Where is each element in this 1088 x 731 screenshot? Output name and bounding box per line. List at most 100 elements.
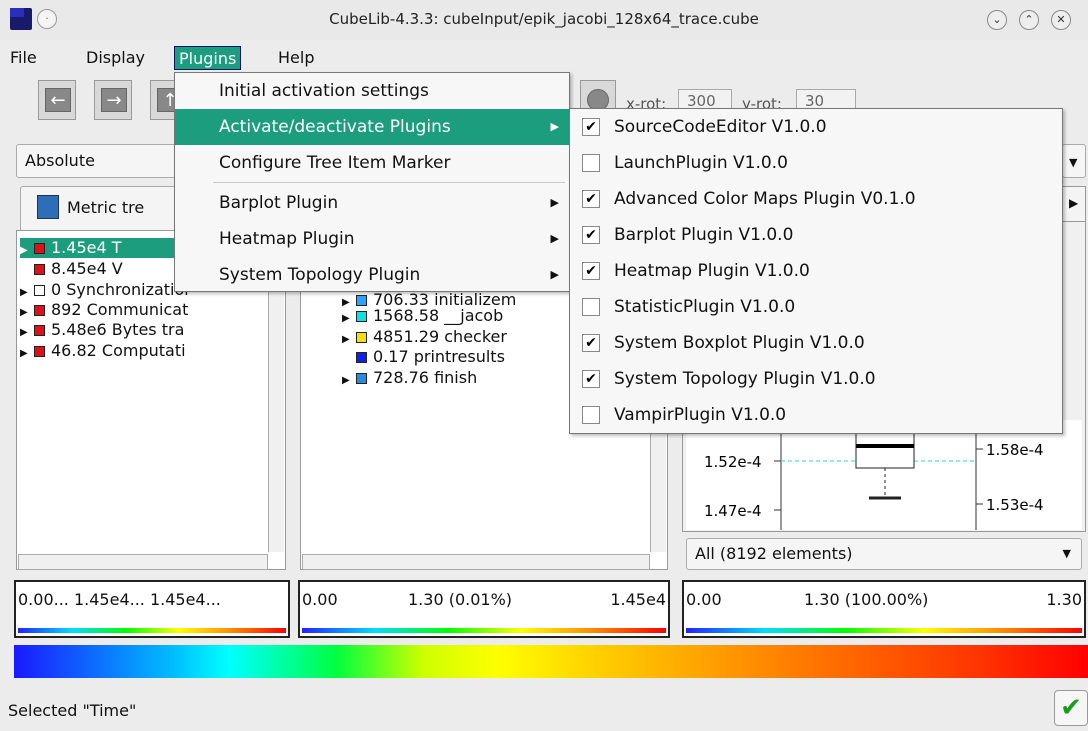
call-tree-label: 0.17 printresults [373,347,505,366]
plugin-label: VampirPlugin V1.0.0 [614,405,787,425]
call-tree-row[interactable]: ▶ 1568.58 __jacob [342,306,503,326]
call-tree-row[interactable]: ▶ 4851.29 checker [342,327,507,347]
plugin-toggle-item[interactable]: StatisticPlugin V1.0.0 [570,289,1062,325]
metric-tree-tab[interactable]: Metric tre [20,186,180,230]
checkbox[interactable] [582,298,600,316]
plugin-label: System Topology Plugin V1.0.0 [614,369,876,389]
checkmark-icon: ✔ [1060,693,1082,723]
close-button[interactable]: ✕ [1051,10,1071,30]
value-mode-select[interactable]: Absolute [16,144,186,178]
maximize-button[interactable]: ⌃ [1019,10,1039,30]
metric-tree-label: 892 Communicat [51,300,189,319]
plugin-label: Heatmap Plugin V1.0.0 [614,261,810,281]
checkbox[interactable]: ✔ [582,262,600,280]
checkbox[interactable]: ✔ [582,226,600,244]
boxplot-svg: 1.52e-4 1.47e-4 1.58e-4 1.53e-4 [704,419,1044,530]
boxplot-chart: 1.52e-4 1.47e-4 1.58e-4 1.53e-4 [686,419,1082,530]
plugin-toggle-item[interactable]: ✔ SourceCodeEditor V1.0.0 [570,109,1062,145]
menu-plugins[interactable]: Plugins [174,46,242,70]
system-scale: 0.00 1.30 (100.00%) 1.30 [682,580,1086,638]
metric-tree-label: 5.48e6 Bytes tra [51,320,185,339]
call-scale-min: 0.00 [302,590,338,609]
color-legend-bar [14,645,1088,678]
call-hscroll[interactable] [302,554,650,570]
boxplot-left-label: 1.47e-4 [704,502,762,520]
color-marker [356,295,367,306]
metric-tree-label: 8.45e4 V [51,259,123,278]
metric-tree-row[interactable]: ▶ 5.48e6 Bytes tra [20,320,268,340]
plugin-toggle-item[interactable]: ✔ Advanced Color Maps Plugin V0.1.0 [570,181,1062,217]
right-select-arrow[interactable]: ▼ [1062,144,1086,178]
plugins-menu-label: Heatmap Plugin [219,229,355,249]
metric-scale-gradient [18,628,286,633]
color-marker [34,264,45,275]
metric-tree-row[interactable]: ▶ 46.82 Computati [20,341,268,361]
color-marker [356,373,367,384]
forward-button[interactable]: → [94,80,132,120]
plugin-toggle-item[interactable]: ✔ Heatmap Plugin V1.0.0 [570,253,1062,289]
checkbox[interactable] [582,154,600,172]
call-tree-label: 728.76 finish [373,368,478,387]
color-marker [34,325,45,336]
call-scale-max: 1.45e4 [610,590,666,609]
checkbox[interactable]: ✔ [582,118,600,136]
plugins-menu-item[interactable]: Activate/deactivate Plugins ▶ [175,109,569,145]
expand-arrow-icon[interactable]: ▶ [342,309,356,329]
plugins-menu-label: Initial activation settings [219,81,429,101]
back-button[interactable]: ← [38,80,76,120]
menu-help[interactable]: Help [274,46,318,70]
plugins-menu: Initial activation settings Activate/deac… [174,72,570,292]
title-bar: · CubeLib-4.3.3: cubeInput/epik_jacobi_1… [0,0,1088,40]
plugin-label: LaunchPlugin V1.0.0 [614,153,788,173]
plugin-toggle-item[interactable]: ✔ System Boxplot Plugin V1.0.0 [570,325,1062,361]
metric-scale-text: 0.00... 1.45e4... 1.45e4... [18,590,221,609]
expand-arrow-icon[interactable]: ▶ [20,323,34,343]
call-tree-row[interactable]: ▶ 728.76 finish [342,368,477,388]
window-title: CubeLib-4.3.3: cubeInput/epik_jacobi_128… [329,10,759,28]
metric-tree-row[interactable]: ▶ 892 Communicat [20,300,268,320]
status-ok-button[interactable]: ✔ [1054,690,1088,726]
color-marker [356,352,367,363]
submenu-arrow-icon: ▶ [550,268,559,281]
checkbox[interactable] [582,406,600,424]
checkbox[interactable]: ✔ [582,190,600,208]
status-text: Selected "Time" [8,701,137,720]
system-scale-gradient [686,628,1082,633]
minimize-button[interactable]: ⌄ [987,10,1007,30]
plugins-menu-item[interactable]: Barplot Plugin ▶ [175,185,569,221]
tab-scroll-right[interactable]: ▶ [1062,186,1086,222]
expand-arrow-icon[interactable]: ▶ [20,344,34,364]
plugin-toggle-item[interactable]: ✔ System Topology Plugin V1.0.0 [570,361,1062,397]
boxplot-left-label: 1.52e-4 [704,453,762,471]
plugin-label: System Boxplot Plugin V1.0.0 [614,333,865,353]
metric-scale: 0.00... 1.45e4... 1.45e4... [14,580,290,638]
boxplot-right-label: 1.53e-4 [986,496,1044,514]
menu-display[interactable]: Display [82,46,149,70]
call-scale-gradient [302,628,666,633]
call-tree-label: 4851.29 checker [373,327,507,346]
metric-tree-tab-label: Metric tre [67,198,145,217]
expand-arrow-icon[interactable]: ▶ [20,241,34,261]
color-marker [356,311,367,322]
menu-bar: File Display Plugins Help [0,40,1088,74]
plugins-menu-item[interactable]: Initial activation settings [175,73,569,109]
plugin-toggle-item[interactable]: LaunchPlugin V1.0.0 [570,145,1062,181]
menu-file[interactable]: File [6,46,41,70]
plugins-menu-item[interactable]: System Topology Plugin ▶ [175,257,569,293]
call-tree-row[interactable]: 0.17 printresults [342,347,505,367]
plugins-menu-item[interactable]: Configure Tree Item Marker [175,145,569,181]
checkbox[interactable]: ✔ [582,334,600,352]
call-tree-label: 1568.58 __jacob [373,306,504,325]
submenu-arrow-icon: ▶ [550,196,559,209]
element-filter-select[interactable]: All (8192 elements) ▼ [686,538,1082,570]
plugin-toggle-item[interactable]: VampirPlugin V1.0.0 [570,397,1062,433]
color-marker [356,332,367,343]
arrow-left-icon: ← [45,88,71,112]
plugins-menu-item[interactable]: Heatmap Plugin ▶ [175,221,569,257]
metric-hscroll[interactable] [18,554,268,570]
plugins-menu-label: System Topology Plugin [219,265,421,285]
expand-arrow-icon[interactable]: ▶ [342,371,356,391]
plugin-toggle-item[interactable]: ✔ Barplot Plugin V1.0.0 [570,217,1062,253]
element-filter-value: All (8192 elements) [695,544,853,563]
checkbox[interactable]: ✔ [582,370,600,388]
